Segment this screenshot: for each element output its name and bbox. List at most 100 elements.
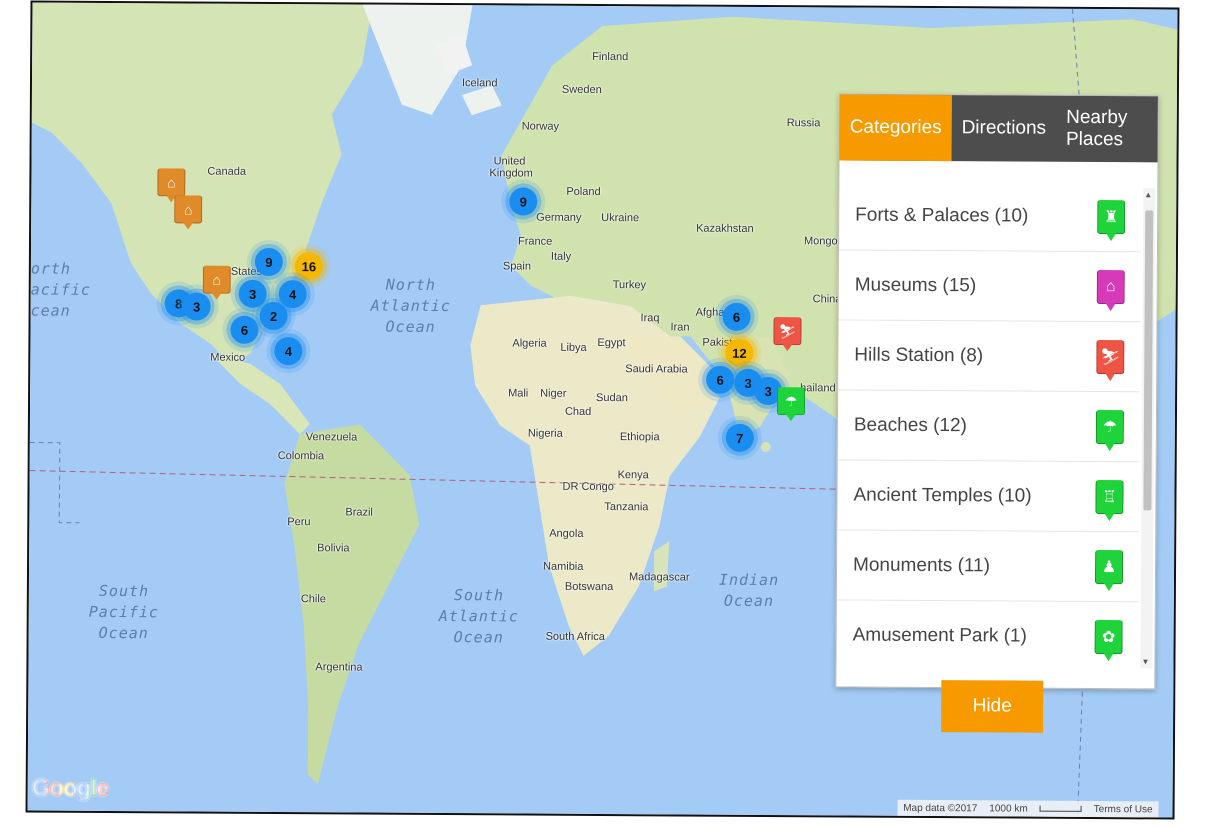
place-label: Mexico: [210, 351, 246, 364]
place-label: Poland: [566, 185, 601, 198]
category-item[interactable]: Beaches (12) ☂: [837, 390, 1141, 463]
hotel-marker-icon[interactable]: ⌂: [202, 265, 231, 294]
skiing-icon: ⛷: [1096, 339, 1125, 374]
map-cluster[interactable]: 6: [706, 365, 735, 394]
beach-umbrella-icon: ☂: [1095, 409, 1125, 444]
place-label: Bolivia: [317, 542, 350, 555]
place-label: Canada: [207, 165, 247, 178]
place-label: Nigeria: [527, 427, 563, 440]
place-label: Turkey: [612, 279, 647, 292]
place-label: Peru: [287, 516, 311, 529]
place-label: Iraq: [640, 312, 660, 325]
panel-tabs: Categories Directions Nearby Places: [839, 94, 1158, 163]
ocean-label: North Atlantic Ocean: [370, 275, 451, 336]
map-cluster[interactable]: 9: [509, 187, 538, 216]
place-label: Niger: [540, 387, 567, 400]
place-label: South Africa: [545, 630, 605, 644]
place-label: Mali: [508, 387, 529, 400]
hotel-marker-icon[interactable]: ⌂: [157, 168, 186, 197]
map-cluster[interactable]: 9: [254, 247, 283, 277]
beach-marker-icon[interactable]: ☂: [776, 387, 806, 416]
map-cluster[interactable]: 7: [725, 423, 754, 452]
place-label: Madagascar: [628, 571, 690, 584]
place-label: Norway: [521, 120, 560, 133]
skiing-marker-icon[interactable]: ⛷: [773, 317, 802, 346]
map-cluster[interactable]: 4: [278, 280, 307, 309]
map-cluster[interactable]: 3: [182, 292, 211, 321]
place-label: Russia: [786, 117, 821, 130]
ocean-label: South Pacific Ocean: [88, 581, 160, 643]
place-label: Brazil: [345, 506, 373, 519]
hotel-marker-icon[interactable]: ⌂: [174, 195, 203, 224]
map-cluster[interactable]: 2: [259, 301, 288, 331]
place-label: Algeria: [512, 337, 547, 350]
categories-panel: Categories Directions Nearby Places Fort…: [835, 93, 1159, 690]
map-cluster[interactable]: 6: [230, 315, 259, 344]
category-scrollbar[interactable]: ▲ ▼: [1140, 188, 1156, 669]
place-label: Kenya: [617, 469, 649, 482]
place-label: Angola: [549, 527, 584, 540]
place-label: Germany: [536, 211, 582, 224]
ocean-label: orth acific cean: [30, 259, 91, 320]
scale-text: 1000 km: [989, 802, 1028, 815]
place-label: Spain: [502, 260, 532, 273]
place-label: Venezuela: [305, 431, 358, 444]
map-frame[interactable]: Finland Iceland Sweden Norway Russia Uni…: [25, 0, 1180, 820]
map-cluster[interactable]: 4: [274, 336, 303, 366]
place-label: France: [517, 235, 553, 248]
place-label: hailand: [800, 382, 836, 395]
scale-bar: [1039, 805, 1082, 812]
map-cluster[interactable]: 3: [238, 279, 267, 308]
category-label: Hills Station (8): [854, 344, 984, 366]
place-label: Ukraine: [601, 211, 640, 225]
category-item[interactable]: Museums (15) ⌂: [838, 250, 1141, 323]
scroll-down-icon[interactable]: ▼: [1141, 657, 1149, 666]
category-item[interactable]: Monuments (11) ♟: [836, 530, 1140, 603]
place-label: Namibia: [543, 560, 584, 573]
place-label: Egypt: [597, 336, 626, 350]
category-label: Forts & Palaces (10): [855, 204, 1029, 227]
place-label: Iran: [670, 321, 690, 334]
place-label: Chad: [564, 405, 592, 418]
place-label: DR Congo: [562, 480, 614, 494]
terms-link[interactable]: Terms of Use: [1094, 804, 1153, 815]
hide-button[interactable]: Hide: [941, 680, 1044, 733]
tab-nearby-places[interactable]: Nearby Places: [1056, 96, 1158, 163]
place-label: Italy: [550, 250, 572, 263]
place-label: Finland: [592, 50, 629, 64]
category-item[interactable]: Ancient Temples (10) ♖: [837, 460, 1140, 533]
google-logo[interactable]: Google: [32, 775, 109, 803]
map-cluster[interactable]: 16: [294, 252, 323, 281]
tab-categories[interactable]: Categories: [839, 94, 952, 162]
place-label: Ethiopia: [619, 431, 660, 444]
category-item[interactable]: Hills Station (8) ⛷: [838, 320, 1141, 393]
temple-icon: ♖: [1095, 479, 1124, 514]
place-label: Colombia: [277, 450, 325, 463]
place-label: Chile: [300, 593, 326, 606]
category-label: Beaches (12): [853, 414, 967, 436]
museum-icon: ⌂: [1096, 269, 1125, 304]
category-item[interactable]: Amusement Park (1) ✿: [836, 600, 1138, 671]
category-label: Monuments (11): [852, 554, 991, 576]
place-label: Sudan: [596, 391, 628, 405]
place-label: Sweden: [561, 83, 602, 96]
category-item[interactable]: Forts & Palaces (10) ♜: [838, 180, 1142, 253]
scroll-thumb[interactable]: [1143, 210, 1154, 511]
place-label: United Kingdom: [489, 155, 533, 180]
scroll-up-icon[interactable]: ▲: [1144, 190, 1152, 199]
category-label: Museums (15): [854, 274, 977, 296]
fort-icon: ♜: [1097, 199, 1126, 234]
place-label: Kazakhstan: [696, 222, 754, 235]
place-label: Argentina: [315, 661, 363, 674]
place-label: Libya: [560, 341, 587, 354]
tab-directions[interactable]: Directions: [951, 95, 1056, 162]
map-cluster[interactable]: 6: [722, 302, 751, 331]
ocean-label: Indian Ocean: [718, 570, 780, 611]
category-label: Ancient Temples (10): [853, 484, 1032, 507]
map-cluster[interactable]: 12: [725, 338, 754, 367]
category-label: Amusement Park (1): [852, 624, 1027, 647]
map-data-text: Map data ©2017: [903, 802, 978, 814]
map-attribution: Map data ©2017 1000 km Terms of Use: [897, 799, 1159, 818]
place-label: Botswana: [564, 580, 614, 594]
monument-icon: ♟: [1094, 549, 1124, 584]
